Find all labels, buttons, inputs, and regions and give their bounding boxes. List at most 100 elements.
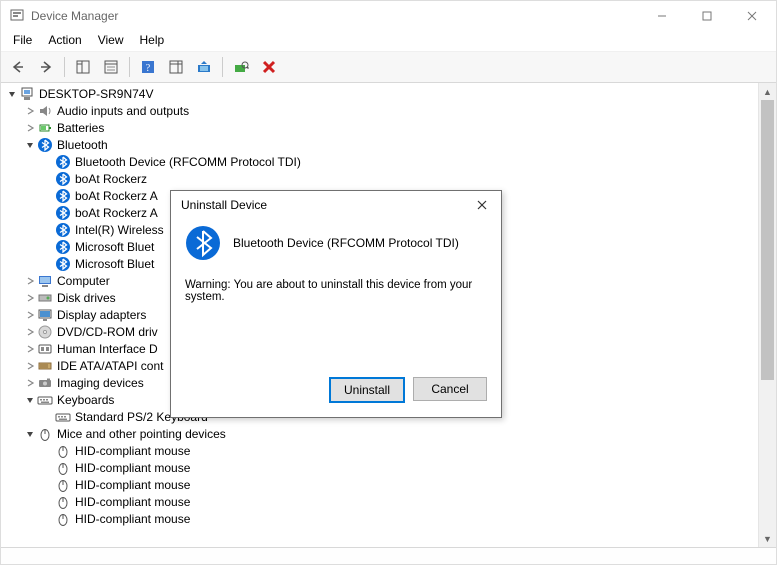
- tree-node[interactable]: DESKTOP-SR9N74V: [5, 85, 758, 102]
- battery-icon: [37, 120, 53, 136]
- display-icon: [37, 307, 53, 323]
- tree-node-label: Intel(R) Wireless: [75, 223, 164, 237]
- toolbar-separator: [222, 57, 223, 77]
- scroll-down-arrow-icon[interactable]: ▼: [759, 530, 776, 547]
- action-pane-button[interactable]: [163, 54, 189, 80]
- cancel-button[interactable]: Cancel: [413, 377, 487, 401]
- dvd-icon: [37, 324, 53, 340]
- expander-closed-icon[interactable]: [23, 340, 37, 357]
- uninstall-device-dialog: Uninstall Device Bluetooth Device (RFCOM…: [170, 190, 502, 418]
- tree-node-label: Disk drives: [57, 291, 116, 305]
- bluetooth-icon: [55, 256, 71, 272]
- expander-closed-icon[interactable]: [23, 306, 37, 323]
- expander-closed-icon[interactable]: [23, 357, 37, 374]
- expander-closed-icon[interactable]: [23, 323, 37, 340]
- menu-help[interactable]: Help: [132, 31, 173, 51]
- status-bar: [1, 547, 776, 564]
- tree-node-label: DVD/CD-ROM driv: [57, 325, 158, 339]
- tree-node-label: boAt Rockerz A: [75, 189, 158, 203]
- tree-node[interactable]: boAt Rockerz: [5, 170, 758, 187]
- toolbar: ?: [1, 52, 776, 83]
- properties-button[interactable]: [98, 54, 124, 80]
- expander-closed-icon[interactable]: [23, 119, 37, 136]
- tree-node-label: Mice and other pointing devices: [57, 427, 226, 441]
- tree-node[interactable]: Batteries: [5, 119, 758, 136]
- disk-icon: [37, 290, 53, 306]
- imaging-icon: [37, 375, 53, 391]
- mouse-icon: [55, 443, 71, 459]
- tree-node[interactable]: HID-compliant mouse: [5, 493, 758, 510]
- tree-node-label: Microsoft Bluet: [75, 240, 154, 254]
- tree-node-label: Keyboards: [57, 393, 114, 407]
- device-manager-icon: [9, 8, 25, 24]
- tree-node-label: Audio inputs and outputs: [57, 104, 189, 118]
- minimize-button[interactable]: [639, 1, 684, 31]
- bluetooth-icon: [55, 239, 71, 255]
- menu-view[interactable]: View: [90, 31, 132, 51]
- scroll-up-arrow-icon[interactable]: ▲: [759, 83, 776, 100]
- uninstall-button[interactable]: Uninstall: [329, 377, 405, 403]
- dialog-titlebar: Uninstall Device: [171, 191, 501, 219]
- mouse-icon: [55, 494, 71, 510]
- bluetooth-icon: [55, 188, 71, 204]
- toolbar-separator: [64, 57, 65, 77]
- tree-node-label: boAt Rockerz: [75, 172, 147, 186]
- tree-node-label: HID-compliant mouse: [75, 495, 190, 509]
- uninstall-device-button[interactable]: [256, 54, 282, 80]
- tree-node-label: Human Interface D: [57, 342, 158, 356]
- expander-open-icon[interactable]: [23, 425, 37, 442]
- tree-node[interactable]: HID-compliant mouse: [5, 459, 758, 476]
- tree-node[interactable]: HID-compliant mouse: [5, 442, 758, 459]
- tree-node[interactable]: Mice and other pointing devices: [5, 425, 758, 442]
- expander-closed-icon[interactable]: [23, 289, 37, 306]
- menubar: File Action View Help: [1, 31, 776, 52]
- bluetooth-icon: [55, 222, 71, 238]
- dialog-warning-text: Warning: You are about to uninstall this…: [185, 279, 487, 303]
- keyboard-icon: [55, 409, 71, 425]
- expander-open-icon[interactable]: [5, 85, 19, 102]
- device-manager-window: Device Manager File Action View Help: [0, 0, 777, 565]
- tree-node-label: Batteries: [57, 121, 104, 135]
- maximize-button[interactable]: [684, 1, 729, 31]
- expander-closed-icon[interactable]: [23, 374, 37, 391]
- tree-node[interactable]: Audio inputs and outputs: [5, 102, 758, 119]
- tree-node[interactable]: HID-compliant mouse: [5, 510, 758, 527]
- tree-node[interactable]: Bluetooth Device (RFCOMM Protocol TDI): [5, 153, 758, 170]
- dialog-buttons: Uninstall Cancel: [185, 377, 487, 403]
- expander-open-icon[interactable]: [23, 391, 37, 408]
- help-button[interactable]: ?: [135, 54, 161, 80]
- nav-back-button[interactable]: [5, 54, 31, 80]
- tree-node[interactable]: Bluetooth: [5, 136, 758, 153]
- tree-node-label: HID-compliant mouse: [75, 461, 190, 475]
- tree-node-label: Microsoft Bluet: [75, 257, 154, 271]
- close-button[interactable]: [729, 1, 774, 31]
- hid-icon: [37, 341, 53, 357]
- dialog-device-name: Bluetooth Device (RFCOMM Protocol TDI): [233, 236, 459, 250]
- tree-node-label: IDE ATA/ATAPI cont: [57, 359, 163, 373]
- scan-hardware-button[interactable]: [228, 54, 254, 80]
- nav-forward-button[interactable]: [33, 54, 59, 80]
- menu-file[interactable]: File: [5, 31, 40, 51]
- scroll-thumb[interactable]: [761, 100, 774, 380]
- update-driver-button[interactable]: [191, 54, 217, 80]
- dialog-header: Bluetooth Device (RFCOMM Protocol TDI): [185, 225, 487, 261]
- show-hide-console-tree-button[interactable]: [70, 54, 96, 80]
- mouse-icon: [55, 511, 71, 527]
- dialog-close-button[interactable]: [467, 194, 497, 216]
- expander-open-icon[interactable]: [23, 136, 37, 153]
- tree-node-label: Bluetooth Device (RFCOMM Protocol TDI): [75, 155, 301, 169]
- toolbar-separator: [129, 57, 130, 77]
- tree-node-label: Computer: [57, 274, 110, 288]
- titlebar: Device Manager: [1, 1, 776, 31]
- tree-node[interactable]: HID-compliant mouse: [5, 476, 758, 493]
- tree-node-label: HID-compliant mouse: [75, 444, 190, 458]
- menu-action[interactable]: Action: [40, 31, 89, 51]
- dialog-body: Bluetooth Device (RFCOMM Protocol TDI) W…: [171, 219, 501, 417]
- expander-closed-icon[interactable]: [23, 102, 37, 119]
- tree-node-label: HID-compliant mouse: [75, 478, 190, 492]
- vertical-scrollbar[interactable]: ▲ ▼: [758, 83, 776, 547]
- window-controls: [639, 1, 774, 31]
- expander-closed-icon[interactable]: [23, 272, 37, 289]
- bluetooth-icon: [37, 137, 53, 153]
- bluetooth-icon: [185, 225, 221, 261]
